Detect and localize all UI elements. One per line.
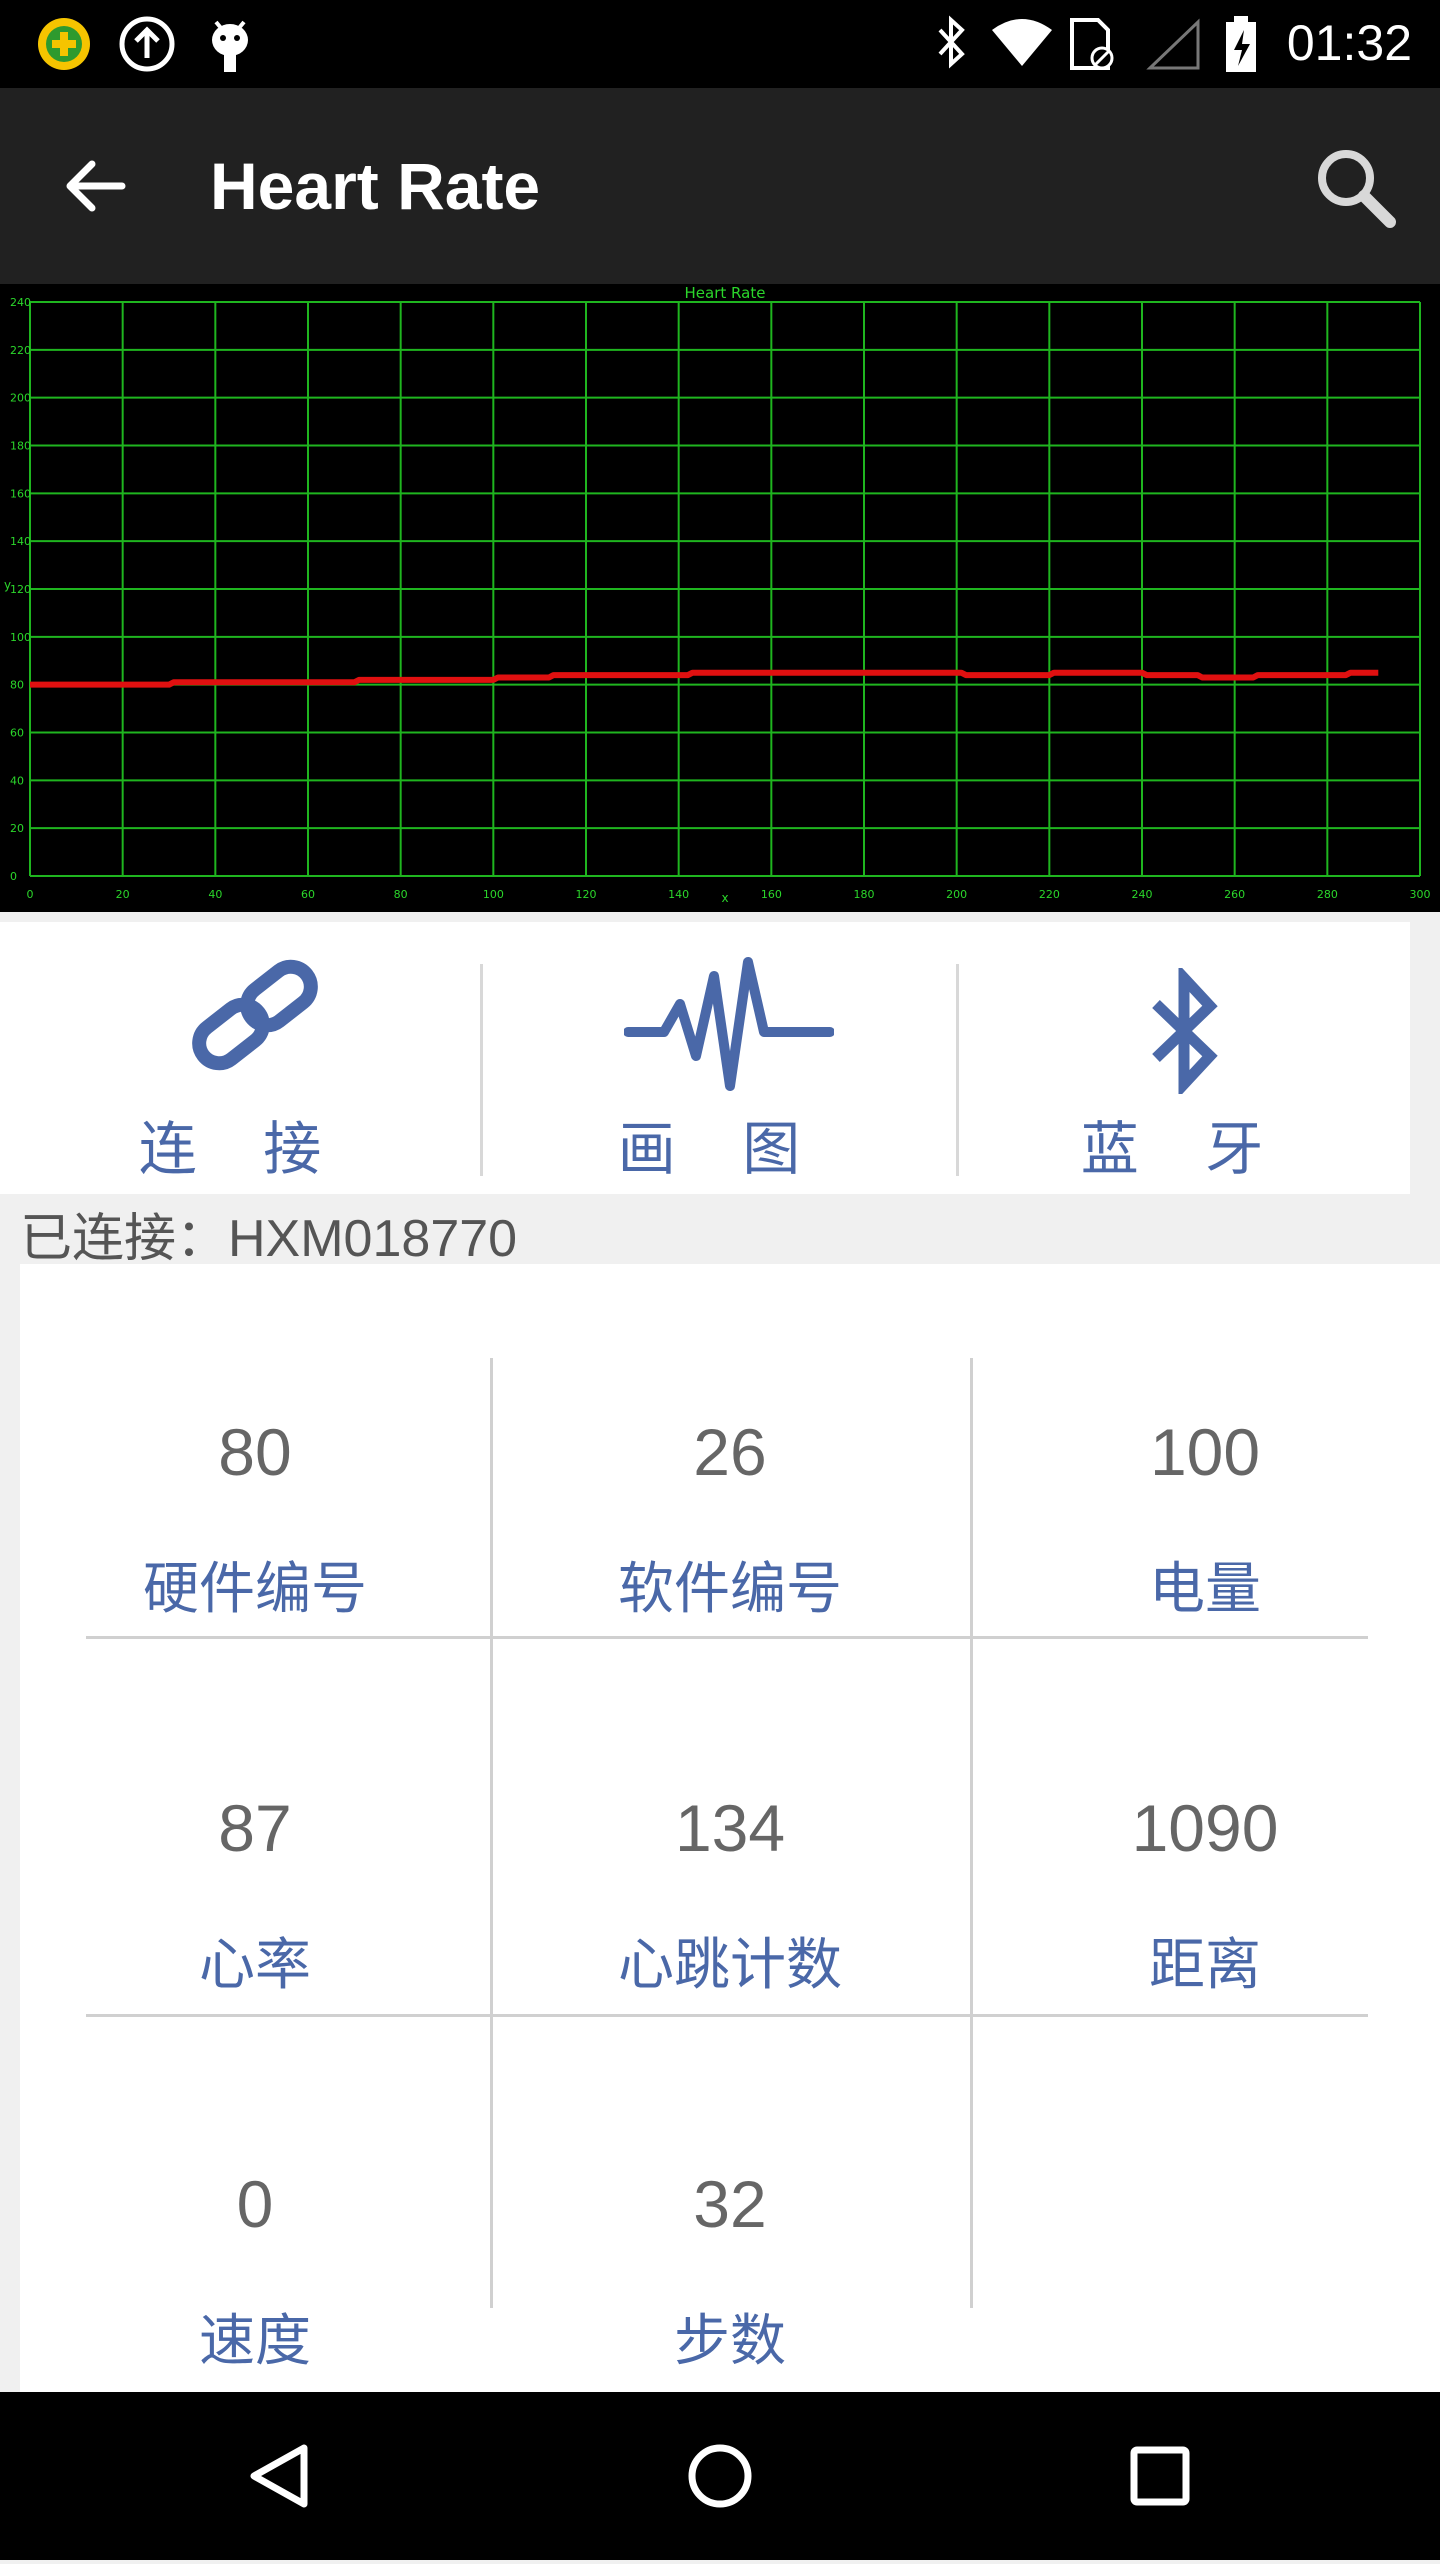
stat-value: 87 [218, 1791, 292, 1865]
x-tick-label: 60 [301, 888, 315, 901]
stat-battery: 100 电量 [970, 1414, 1440, 1625]
stat-value: 0 [236, 2167, 274, 2241]
y-tick-label: 120 [10, 583, 31, 596]
plot-button[interactable]: 画 图 [484, 922, 958, 1194]
x-tick-label: 300 [1410, 888, 1431, 901]
wifi-icon [992, 19, 1052, 66]
stat-value: 32 [693, 2167, 767, 2241]
stat-label: 电量 [1149, 1557, 1261, 1622]
stat-steps: 32 步数 [490, 2166, 970, 2377]
stat-software-id: 26 软件编号 [490, 1414, 970, 1625]
waveform-icon [624, 957, 834, 1091]
x-tick-label: 260 [1224, 888, 1245, 901]
android-debug-icon [212, 20, 248, 72]
y-tick-label: 40 [10, 774, 24, 787]
connect-label: 连 接 [138, 1115, 346, 1183]
stat-label: 软件编号 [618, 1557, 842, 1622]
x-tick-label: 100 [483, 888, 504, 901]
grid-divider [86, 2014, 1368, 2017]
y-tick-label: 240 [10, 296, 31, 309]
signal-icon [1146, 18, 1200, 70]
series-line [30, 669, 1379, 688]
connect-button[interactable]: 连 接 [0, 922, 484, 1194]
stats-panel: 80 硬件编号 26 软件编号 100 电量 87 心率 134 心跳计数 10… [20, 1264, 1440, 2392]
status-bar: 01:32 [0, 0, 1440, 88]
nav-bar [0, 2392, 1440, 2560]
arrow-left-icon[interactable] [56, 146, 136, 226]
x-tick-label: 180 [854, 888, 875, 901]
recents-nav-icon[interactable] [1130, 2446, 1190, 2506]
x-tick-label: 120 [576, 888, 597, 901]
y-axis-label: y [4, 578, 11, 592]
stat-distance: 1090 距离 [970, 1790, 1440, 2001]
y-tick-label: 220 [10, 344, 31, 357]
stat-hardware-id: 80 硬件编号 [20, 1414, 490, 1625]
stat-beat-count: 134 心跳计数 [490, 1790, 970, 2001]
stat-label: 速度 [199, 2309, 311, 2374]
y-tick-label: 80 [10, 679, 24, 692]
stat-label: 心率 [199, 1933, 311, 1998]
x-tick-label: 20 [116, 888, 130, 901]
y-tick-label: 100 [10, 631, 31, 644]
y-tick-label: 160 [10, 487, 31, 500]
sim-icon [1070, 18, 1114, 70]
upload-icon [119, 16, 175, 72]
chart-svg: 0 20 40 60 80 100 120 140 160 180 200 220 240 260 280 3… [4, 284, 1431, 905]
y-tick-label: 180 [10, 440, 31, 453]
stat-speed: 0 速度 [20, 2166, 490, 2377]
x-tick-label: 160 [761, 888, 782, 901]
x-tick-label: 240 [1132, 888, 1153, 901]
connection-status: 已连接：HXM018770 [20, 1210, 518, 1268]
stat-value: 100 [1149, 1415, 1261, 1489]
search-icon[interactable] [1310, 142, 1400, 232]
app-bar: Heart Rate [0, 88, 1440, 284]
bluetooth-icon [938, 15, 965, 69]
plot-label: 画 图 [617, 1115, 825, 1183]
action-toolbar: 连 接 画 图 蓝 牙 [0, 922, 1410, 1194]
clock: 01:32 [1286, 15, 1412, 71]
x-tick-label: 200 [946, 888, 967, 901]
y-tick-label: 200 [10, 392, 31, 405]
link-icon [192, 959, 318, 1071]
x-tick-label: 40 [208, 888, 222, 901]
page-title: Heart Rate [210, 149, 541, 223]
toolbar-divider [480, 964, 483, 1176]
status-icons [38, 15, 1256, 72]
stat-label: 步数 [674, 2309, 786, 2374]
x-tick-label: 0 [27, 888, 34, 901]
x-axis-label: x [721, 891, 728, 905]
nav-buttons [250, 2444, 1190, 2508]
stat-value: 134 [674, 1791, 786, 1865]
chart-title: Heart Rate [685, 284, 766, 302]
x-tick-label: 280 [1317, 888, 1338, 901]
home-nav-icon[interactable] [688, 2444, 752, 2508]
heart-rate-chart: 0 20 40 60 80 100 120 140 160 180 200 220 240 260 280 3… [0, 284, 1440, 912]
stat-value: 26 [693, 1415, 767, 1489]
y-tick-label: 140 [10, 535, 31, 548]
bluetooth-icon [1152, 968, 1218, 1094]
stat-label: 距离 [1149, 1933, 1261, 1998]
bluetooth-button[interactable]: 蓝 牙 [958, 922, 1410, 1194]
stat-value: 80 [218, 1415, 292, 1489]
bluetooth-label: 蓝 牙 [1080, 1115, 1288, 1183]
stat-value: 1090 [1131, 1791, 1279, 1865]
grid-divider [86, 1636, 1368, 1639]
battery-charging-icon [1226, 16, 1256, 72]
x-tick-label: 80 [394, 888, 408, 901]
back-nav-icon[interactable] [250, 2444, 308, 2508]
stat-heart-rate: 87 心率 [20, 1790, 490, 2001]
y-tick-label: 60 [10, 727, 24, 740]
stat-label: 硬件编号 [143, 1557, 367, 1622]
app-plus-icon [38, 18, 90, 70]
y-tick-label: 0 [10, 870, 17, 883]
y-tick-label: 20 [10, 822, 24, 835]
x-tick-label: 140 [668, 888, 689, 901]
stat-label: 心跳计数 [618, 1933, 842, 1998]
x-tick-label: 220 [1039, 888, 1060, 901]
